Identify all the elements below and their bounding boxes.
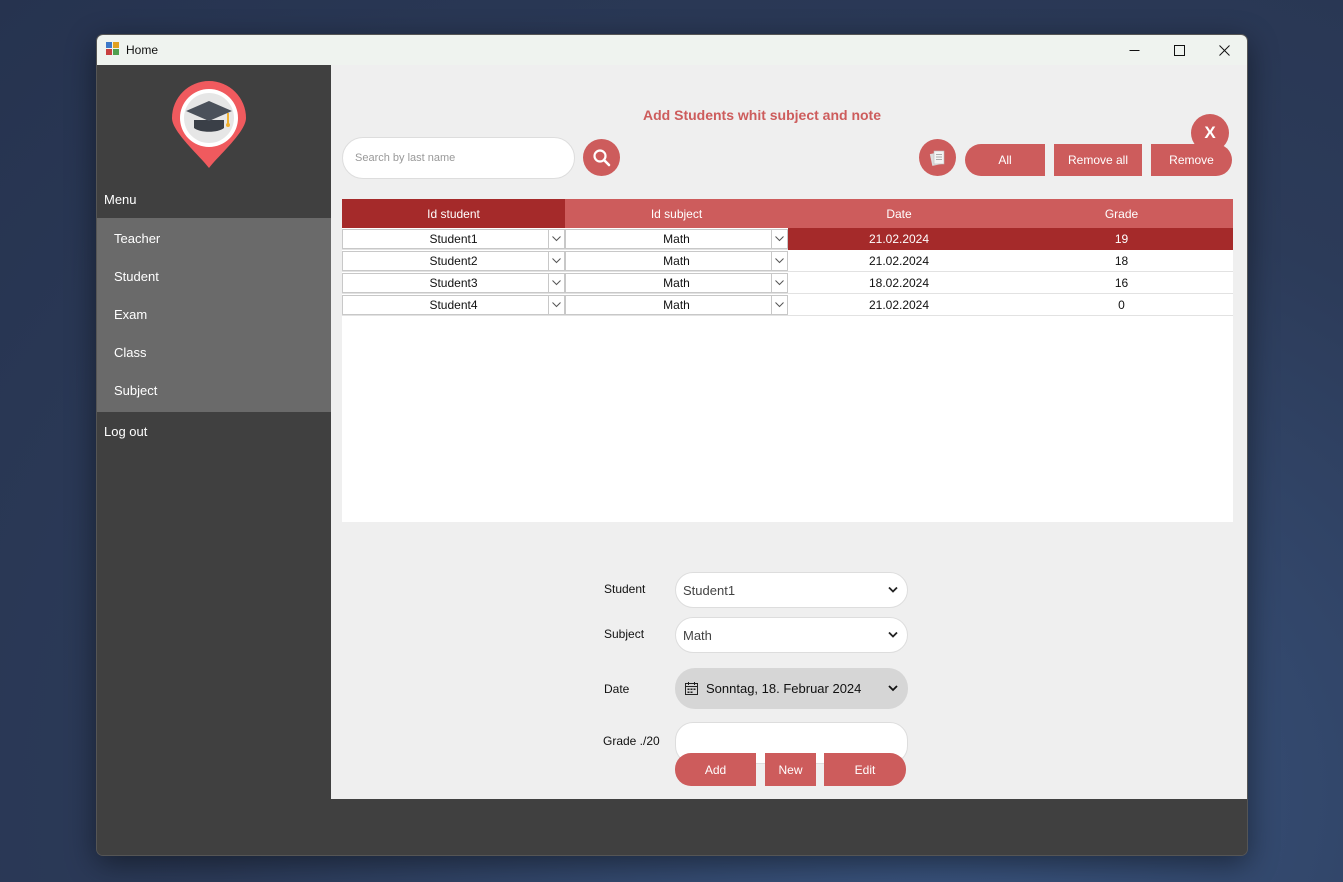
search-icon: [592, 148, 610, 166]
student-cell-value: Student3: [429, 276, 478, 290]
minimize-button[interactable]: [1112, 35, 1157, 65]
edit-button[interactable]: Edit: [824, 753, 906, 786]
student-combo-cell[interactable]: Student3: [342, 273, 565, 293]
table-row[interactable]: Student4 Math 21.02.2024 0: [342, 294, 1233, 316]
subject-cell-value: Math: [663, 298, 690, 312]
chevron-down-icon: [888, 586, 898, 593]
menu-label: Menu: [104, 192, 137, 207]
maximize-button[interactable]: [1157, 35, 1202, 65]
column-header-id-student[interactable]: Id student: [342, 199, 565, 228]
subject-cell-value: Math: [663, 232, 690, 246]
student-select-value: Student1: [683, 582, 736, 598]
subject-cell-value: Math: [663, 276, 690, 290]
subject-combo-cell[interactable]: Math: [565, 251, 788, 271]
student-combo-cell[interactable]: Student2: [342, 251, 565, 271]
table-row[interactable]: Student3 Math 18.02.2024 16: [342, 272, 1233, 294]
grade-cell[interactable]: 0: [1010, 294, 1233, 316]
date-picker-value: Sonntag, 18. Februar 2024: [706, 681, 862, 696]
grade-cell[interactable]: 16: [1010, 272, 1233, 294]
new-button[interactable]: New: [765, 753, 816, 786]
chevron-down-icon[interactable]: [548, 274, 564, 292]
student-cell-value: Student4: [429, 298, 478, 312]
chevron-down-icon[interactable]: [771, 230, 787, 248]
student-combo-cell[interactable]: Student4: [342, 295, 565, 315]
date-picker[interactable]: Sonntag, 18. Februar 2024: [675, 668, 908, 709]
subject-select[interactable]: Math: [675, 617, 908, 653]
documents-icon: [929, 150, 944, 166]
student-cell-value: Student1: [429, 232, 478, 246]
remove-button[interactable]: Remove: [1151, 144, 1232, 176]
student-combo-cell[interactable]: Student1: [342, 229, 565, 249]
chevron-down-icon[interactable]: [548, 252, 564, 270]
graduation-cap-location-logo: [172, 81, 246, 168]
date-label: Date: [604, 682, 630, 696]
table-row[interactable]: Student2 Math 21.02.2024 18: [342, 250, 1233, 272]
chevron-down-icon: [888, 631, 898, 638]
chevron-down-icon[interactable]: [771, 252, 787, 270]
sidebar-item-subject[interactable]: Subject: [114, 383, 157, 398]
column-header-date[interactable]: Date: [788, 199, 1010, 228]
menu-panel: Teacher Student Exam Class Subject: [97, 218, 331, 412]
close-icon: [1219, 44, 1230, 56]
title-bar: Home: [97, 35, 1247, 65]
student-cell-value: Student2: [429, 254, 478, 268]
search-button[interactable]: [583, 139, 620, 176]
sidebar-item-student[interactable]: Student: [114, 269, 159, 284]
subject-combo-cell[interactable]: Math: [565, 273, 788, 293]
remove-all-button[interactable]: Remove all: [1054, 144, 1142, 176]
date-cell[interactable]: 21.02.2024: [788, 294, 1010, 316]
minimize-icon: [1129, 49, 1140, 51]
chevron-down-icon: [888, 685, 898, 692]
sidebar: Menu Teacher Student Exam Class Subject …: [97, 65, 331, 855]
app-icon: [106, 42, 119, 55]
main-panel: Add Students whit subject and note X Sea…: [331, 65, 1247, 799]
grades-table: Id student Id subject Date Grade Student…: [342, 199, 1233, 522]
chevron-down-icon[interactable]: [771, 296, 787, 314]
search-input[interactable]: Search by last name: [342, 137, 575, 179]
table-row[interactable]: Student1 Math 21.02.2024 19: [342, 228, 1233, 250]
date-cell[interactable]: 18.02.2024: [788, 272, 1010, 294]
sidebar-item-teacher[interactable]: Teacher: [114, 231, 160, 246]
sidebar-item-class[interactable]: Class: [114, 345, 147, 360]
sidebar-item-exam[interactable]: Exam: [114, 307, 147, 322]
add-button[interactable]: Add: [675, 753, 756, 786]
subject-combo-cell[interactable]: Math: [565, 229, 788, 249]
all-button[interactable]: All: [965, 144, 1045, 176]
subject-select-value: Math: [683, 627, 712, 643]
subject-cell-value: Math: [663, 254, 690, 268]
student-select[interactable]: Student1: [675, 572, 908, 608]
column-header-id-subject[interactable]: Id subject: [565, 199, 788, 228]
chevron-down-icon[interactable]: [771, 274, 787, 292]
app-window: Home Menu Teacher Student Exam Class Sub…: [96, 34, 1248, 856]
chevron-down-icon[interactable]: [548, 296, 564, 314]
page-title: Add Students whit subject and note: [643, 107, 881, 123]
grade-cell[interactable]: 18: [1010, 250, 1233, 272]
chevron-down-icon[interactable]: [548, 230, 564, 248]
documents-button[interactable]: [919, 139, 956, 176]
logout-link[interactable]: Log out: [104, 424, 147, 439]
close-window-button[interactable]: [1202, 35, 1247, 65]
student-label: Student: [604, 582, 646, 596]
date-cell[interactable]: 21.02.2024: [788, 228, 1010, 250]
subject-label: Subject: [604, 627, 645, 641]
date-cell[interactable]: 21.02.2024: [788, 250, 1010, 272]
grade-cell[interactable]: 19: [1010, 228, 1233, 250]
maximize-icon: [1174, 44, 1185, 56]
bottom-strip: [331, 799, 1247, 855]
calendar-icon: [685, 682, 698, 695]
window-title: Home: [126, 43, 159, 57]
subject-combo-cell[interactable]: Math: [565, 295, 788, 315]
column-header-grade[interactable]: Grade: [1010, 199, 1233, 228]
grade-label: Grade ./20: [603, 734, 660, 748]
